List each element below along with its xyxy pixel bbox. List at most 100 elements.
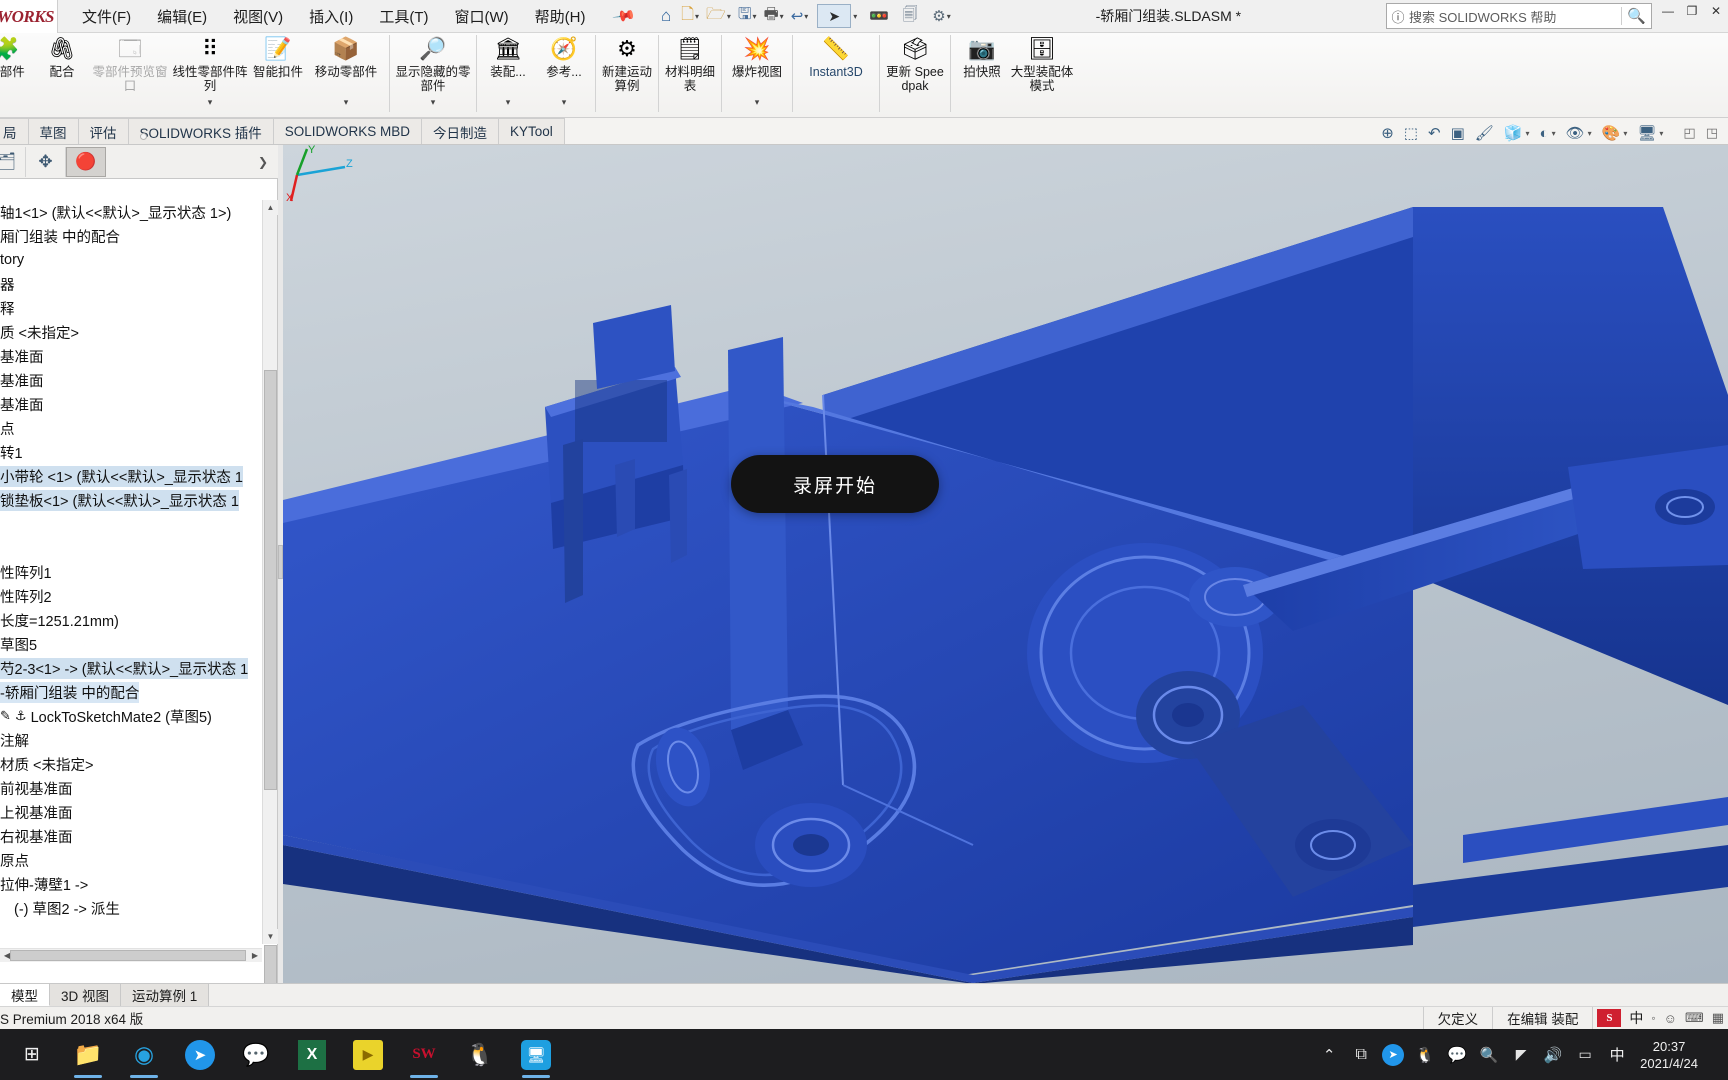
undo-button[interactable]: ↩ ▾ bbox=[791, 7, 809, 25]
tab-evaluate[interactable]: 评估 bbox=[77, 118, 129, 144]
chevron-down-icon[interactable]: ▾ bbox=[780, 12, 784, 21]
tray-ime-icon[interactable]: 中 bbox=[1602, 1034, 1632, 1076]
tree-item-belt-length[interactable]: 长度=1251.21mm) bbox=[0, 608, 262, 632]
scroll-up-icon[interactable]: ▲ bbox=[263, 200, 278, 215]
taskbar-file-explorer[interactable]: 📁 bbox=[60, 1029, 116, 1080]
ime-mode-label[interactable]: 中 bbox=[1621, 1008, 1643, 1028]
tray-battery-icon[interactable]: ▭ bbox=[1570, 1034, 1600, 1076]
search-input[interactable]: ⓘ 搜索 SOLIDWORKS 帮助 🔍 bbox=[1386, 3, 1652, 29]
menu-edit[interactable]: 编辑(E) bbox=[151, 2, 213, 31]
chevron-down-icon[interactable]: ▾ bbox=[1552, 129, 1556, 138]
tree-item-linear-pattern2[interactable]: 性阵列2 bbox=[0, 584, 262, 608]
ime-indicator[interactable]: S 中 ◦ ☺ ⌨ ▦ bbox=[1592, 1006, 1728, 1030]
ime-emoji-icon[interactable]: ☺ bbox=[1656, 1011, 1677, 1026]
restore-button[interactable]: ❐ bbox=[1680, 0, 1704, 22]
rebuild-icon[interactable]: 🚥 bbox=[866, 3, 892, 29]
chevron-down-icon[interactable]: ▾ bbox=[506, 97, 511, 108]
ribbon-assembly-features[interactable]: 🏛 装配... ▾ bbox=[480, 33, 536, 110]
tree-item-right-plane-2[interactable]: 右视基准面 bbox=[0, 824, 262, 848]
menu-view[interactable]: 视图(V) bbox=[227, 2, 289, 31]
tree-item-locktosketchmate2[interactable]: ✎ ⚓ LockToSketchMate2 (草图5) bbox=[0, 704, 262, 728]
chevron-right-icon[interactable]: ❯ bbox=[258, 155, 268, 169]
tree-item-top-plane[interactable]: 基准面 bbox=[0, 368, 262, 392]
zoom-to-area-icon[interactable]: ⬚ bbox=[1404, 124, 1418, 142]
home-icon[interactable]: ⌂ bbox=[652, 3, 680, 29]
tree-item-history[interactable]: tory bbox=[0, 248, 262, 272]
tab-motion-study-1[interactable]: 运动算例 1 bbox=[121, 984, 210, 1006]
edit-appearance-icon[interactable]: 🖌 bbox=[1475, 124, 1494, 142]
zoom-to-fit-icon[interactable]: ⊕ bbox=[1381, 124, 1394, 142]
section-view-icon[interactable]: ▣ bbox=[1451, 124, 1465, 142]
taskbar-screen-recorder[interactable]: 🖥 bbox=[508, 1029, 564, 1080]
tree-item-material[interactable]: 质 <未指定> bbox=[0, 320, 262, 344]
taskbar-wechat[interactable]: 💬 bbox=[228, 1029, 284, 1080]
display-style-icon[interactable]: ◐ bbox=[1540, 125, 1549, 142]
menu-file[interactable]: 文件(F) bbox=[76, 2, 137, 31]
ribbon-smart-fasteners[interactable]: 📝 智能扣件 bbox=[250, 33, 306, 110]
chevron-down-icon[interactable]: ▾ bbox=[431, 97, 436, 108]
chevron-down-icon[interactable]: ▾ bbox=[1588, 129, 1592, 138]
open-document-button[interactable]: 🗁 ▾ bbox=[706, 3, 731, 30]
chevron-down-icon[interactable]: ▾ bbox=[208, 97, 213, 108]
previous-view-icon[interactable]: ↶ bbox=[1428, 124, 1441, 142]
tab-3d-views[interactable]: 3D 视图 bbox=[50, 984, 122, 1006]
ribbon-mate[interactable]: 🖇 配合 bbox=[34, 33, 90, 110]
tree-item-extrude-thin1[interactable]: 拉伸-薄壁1 -> bbox=[0, 872, 262, 896]
ribbon-show-hidden-components[interactable]: 🔎 显示隐藏的零部件 ▾ bbox=[393, 33, 473, 110]
property-manager-tab[interactable]: ✥ bbox=[26, 146, 66, 177]
tab-model[interactable]: 模型 bbox=[0, 984, 50, 1006]
ribbon-update-speedpak[interactable]: 🗳 更新 Speedpak bbox=[883, 33, 947, 110]
tray-wechat-icon[interactable]: 💬 bbox=[1442, 1034, 1472, 1076]
drawing-sheet-icon[interactable]: 🗐 bbox=[897, 3, 923, 29]
tree-item-top-plane-2[interactable]: 上视基准面 bbox=[0, 800, 262, 824]
ime-keyboard-icon[interactable]: ⌨ bbox=[1677, 1010, 1704, 1026]
assembly-model-graphics[interactable] bbox=[283, 145, 1728, 984]
close-panel-icon[interactable]: ◳ bbox=[1706, 125, 1718, 141]
tab-sketch[interactable]: 草图 bbox=[27, 118, 79, 144]
ime-punctuation-icon[interactable]: ◦ bbox=[1643, 1011, 1655, 1025]
taskbar-solidworks-2018[interactable]: SW bbox=[396, 1029, 452, 1080]
tree-horizontal-scrollbar[interactable]: ◀ ▶ bbox=[0, 948, 262, 962]
menu-window[interactable]: 窗口(W) bbox=[448, 2, 514, 31]
ribbon-large-assembly-mode[interactable]: 🗄 大型装配体模式 bbox=[1010, 33, 1074, 110]
tree-item-small-pulley[interactable]: 小带轮 <1> (默认<<默认>_显示状态 1 bbox=[0, 464, 262, 488]
tray-search-tool-icon[interactable]: 🔍 bbox=[1474, 1034, 1504, 1076]
select-tool-button[interactable]: ➤ bbox=[817, 4, 852, 28]
tree-item-lock-plate[interactable]: 锁垫板<1> (默认<<默认>_显示状态 1 bbox=[0, 488, 262, 512]
tree-item-origin-2[interactable]: 原点 bbox=[0, 848, 262, 872]
scroll-thumb-horizontal[interactable] bbox=[10, 950, 246, 961]
tree-item-right-plane[interactable]: 基准面 bbox=[0, 392, 262, 416]
tree-item-mates-in-door-assembly[interactable]: -轿厢门组装 中的配合 bbox=[0, 680, 262, 704]
tree-item-blank-1[interactable] bbox=[0, 512, 262, 536]
chevron-down-icon[interactable]: ▾ bbox=[344, 97, 349, 108]
chevron-down-icon[interactable]: ▾ bbox=[1623, 129, 1627, 138]
save-button[interactable]: 🖫 ▾ bbox=[738, 3, 757, 30]
menu-insert[interactable]: 插入(I) bbox=[303, 2, 359, 31]
tab-layout[interactable]: 局 bbox=[0, 118, 29, 144]
tray-show-hidden-icons[interactable]: ⌃ bbox=[1314, 1034, 1344, 1076]
tray-show-desktop[interactable] bbox=[1712, 1034, 1720, 1076]
tray-foxmail-icon[interactable]: ➤ bbox=[1378, 1034, 1408, 1076]
close-button[interactable]: ✕ bbox=[1704, 0, 1728, 22]
menu-help[interactable]: 帮助(H) bbox=[529, 2, 592, 31]
tree-item-blank-2[interactable] bbox=[0, 536, 262, 560]
ribbon-linear-component-pattern[interactable]: ⠿ 线性零部件阵列 ▾ bbox=[170, 33, 250, 110]
tray-screen-capture-icon[interactable]: ⧉ bbox=[1346, 1034, 1376, 1076]
taskbar-clock[interactable]: 20:37 2021/4/24 bbox=[1634, 1038, 1710, 1072]
scroll-thumb[interactable] bbox=[264, 370, 277, 790]
chevron-down-icon[interactable]: ▾ bbox=[1525, 129, 1529, 138]
tree-item-sketch5[interactable]: 草图5 bbox=[0, 632, 262, 656]
restore-panel-icon[interactable]: ◰ bbox=[1683, 125, 1695, 141]
tree-item-annotations-2[interactable]: 注解 bbox=[0, 728, 262, 752]
ime-toolbox-icon[interactable]: ▦ bbox=[1704, 1010, 1724, 1026]
magnifier-icon[interactable]: 🔍 bbox=[1621, 7, 1651, 25]
chevron-down-icon[interactable]: ▾ bbox=[755, 97, 760, 108]
feature-tree-tab[interactable]: 🗂 bbox=[0, 146, 26, 177]
ribbon-bill-of-materials[interactable]: 🗒 材料明细表 bbox=[662, 33, 718, 110]
ribbon-reference-geometry[interactable]: 🧭 参考... ▾ bbox=[536, 33, 592, 110]
tree-item-annotations[interactable]: 释 bbox=[0, 296, 262, 320]
scroll-right-icon[interactable]: ▶ bbox=[248, 949, 262, 962]
tray-qq-icon[interactable]: 🐧 bbox=[1410, 1034, 1440, 1076]
options-button[interactable]: ⚙ ▾ bbox=[932, 7, 950, 25]
minimize-button[interactable]: — bbox=[1656, 0, 1680, 22]
